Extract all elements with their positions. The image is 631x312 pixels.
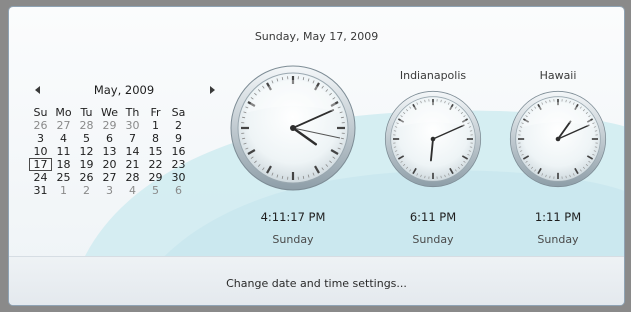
calendar-day[interactable]: 19 <box>75 158 98 171</box>
date-time-flyout: Sunday, May 17, 2009 May, 2009 Su Mo Tu We T… <box>8 6 625 306</box>
left-arrow-icon <box>35 86 40 94</box>
calendar-day[interactable]: 4 <box>121 184 144 197</box>
calendar-day[interactable]: 27 <box>98 171 121 184</box>
weekday-header: Mo <box>55 106 72 119</box>
calendar-day[interactable]: 23 <box>167 158 190 171</box>
calendar-day[interactable]: 24 <box>29 171 52 184</box>
analog-clock-indianapolis <box>384 90 482 188</box>
calendar-day[interactable]: 7 <box>121 132 144 145</box>
calendar-day[interactable]: 6 <box>98 132 121 145</box>
clock-time-hawaii: 1:11 PM <box>534 210 582 224</box>
calendar-day[interactable]: 30 <box>121 119 144 132</box>
calendar-day[interactable]: 5 <box>75 132 98 145</box>
calendar-day[interactable]: 18 <box>52 158 75 171</box>
clock-time-local: 4:11:17 PM <box>260 210 326 224</box>
calendar-month-title[interactable]: May, 2009 <box>69 83 179 97</box>
calendar-day[interactable]: 29 <box>144 171 167 184</box>
calendar-day[interactable]: 9 <box>167 132 190 145</box>
calendar-day[interactable]: 13 <box>98 145 121 158</box>
calendar-day[interactable]: 10 <box>29 145 52 158</box>
calendar-day[interactable]: 15 <box>144 145 167 158</box>
weekday-header: Tu <box>80 106 93 119</box>
clock-day-local: Sunday <box>272 233 314 246</box>
calendar-day[interactable]: 12 <box>75 145 98 158</box>
calendar-grid: Su Mo Tu We Th Fr Sa 26 27 28 29 30 1 2 3 4 5 6 7 8 9 10 11 12 1… <box>29 106 190 197</box>
calendar-day[interactable]: 2 <box>75 184 98 197</box>
weekday-header: Sa <box>171 106 186 119</box>
clock-day-hawaii: Sunday <box>537 233 579 246</box>
analog-clock-local <box>230 65 356 191</box>
calendar-day[interactable]: 5 <box>144 184 167 197</box>
clock-name-hawaii: Hawaii <box>539 69 577 82</box>
calendar-day[interactable]: 1 <box>52 184 75 197</box>
clock-center <box>290 125 296 131</box>
weekday-header: We <box>101 106 118 119</box>
clock-center <box>430 136 436 142</box>
calendar-day[interactable]: 20 <box>98 158 121 171</box>
weekday-header: Su <box>33 106 48 119</box>
calendar-day[interactable]: 30 <box>167 171 190 184</box>
analog-clock-hawaii <box>509 90 607 188</box>
calendar-day[interactable]: 26 <box>75 171 98 184</box>
calendar-day[interactable]: 26 <box>29 119 52 132</box>
right-arrow-icon <box>210 86 215 94</box>
weekday-header: Th <box>125 106 140 119</box>
calendar-day[interactable]: 27 <box>52 119 75 132</box>
calendar-day[interactable]: 28 <box>75 119 98 132</box>
calendar-day[interactable]: 4 <box>52 132 75 145</box>
calendar-day[interactable]: 6 <box>167 184 190 197</box>
calendar-day[interactable]: 31 <box>29 184 52 197</box>
clock-time-indianapolis: 6:11 PM <box>409 210 457 224</box>
calendar-day[interactable]: 3 <box>29 132 52 145</box>
calendar-day[interactable]: 3 <box>98 184 121 197</box>
calendar-day[interactable]: 21 <box>121 158 144 171</box>
flyout-footer: Change date and time settings... <box>9 256 624 305</box>
weekday-header: Fr <box>150 106 161 119</box>
current-date-heading[interactable]: Sunday, May 17, 2009 <box>9 30 624 43</box>
previous-month-button[interactable] <box>32 83 44 97</box>
calendar-day[interactable]: 1 <box>144 119 167 132</box>
next-month-button[interactable] <box>207 83 219 97</box>
calendar-day[interactable]: 14 <box>121 145 144 158</box>
calendar-day[interactable]: 29 <box>98 119 121 132</box>
calendar-day[interactable]: 2 <box>167 119 190 132</box>
calendar-day[interactable]: 8 <box>144 132 167 145</box>
clock-center <box>555 136 561 142</box>
calendar-navigation: May, 2009 <box>29 83 219 99</box>
change-settings-link[interactable]: Change date and time settings... <box>9 277 624 290</box>
clock-day-indianapolis: Sunday <box>412 233 454 246</box>
calendar-day[interactable]: 22 <box>144 158 167 171</box>
calendar-day[interactable]: 16 <box>167 145 190 158</box>
calendar-day[interactable]: 28 <box>121 171 144 184</box>
calendar-day-today[interactable]: 17 <box>29 158 52 171</box>
calendar-day[interactable]: 25 <box>52 171 75 184</box>
clock-name-indianapolis: Indianapolis <box>399 69 467 82</box>
calendar-day[interactable]: 11 <box>52 145 75 158</box>
